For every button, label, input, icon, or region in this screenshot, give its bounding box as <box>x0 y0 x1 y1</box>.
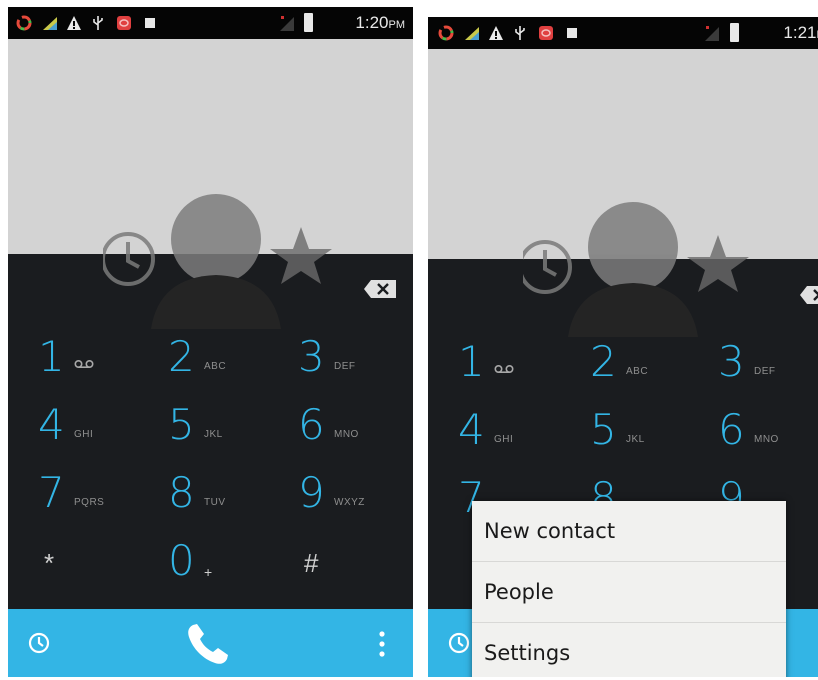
signal-icon <box>280 16 294 31</box>
dial-key-3[interactable]: 3 DEF <box>298 332 413 382</box>
history-icon[interactable] <box>28 632 50 654</box>
dial-key-letters: TUV <box>204 497 226 508</box>
dial-key-letters: GHI <box>494 434 514 445</box>
dialer-screen-left: 1:20PM 1 2 ABC 3 DEF 4 GHI 5 JKL 6 MNO 7… <box>8 7 413 677</box>
contact-tabs-area <box>428 49 818 259</box>
voicemail-icon <box>494 364 514 374</box>
overflow-menu-icon[interactable] <box>379 631 385 657</box>
dial-key-6[interactable]: 6 MNO <box>298 400 413 450</box>
dial-key-letters: MNO <box>334 429 359 440</box>
status-time: 1:20 <box>355 13 389 32</box>
dial-key-9[interactable]: 9 WXYZ <box>298 468 413 518</box>
status-bar: 1:20PM <box>8 7 413 39</box>
contact-tabs-area <box>8 39 413 254</box>
dial-key-3[interactable]: 3 DEF <box>718 337 818 387</box>
dial-key-hash[interactable]: # <box>302 536 413 586</box>
dial-key-digit: 6 <box>298 400 325 449</box>
dial-key-letters: ABC <box>626 366 649 377</box>
dial-key-4[interactable]: 4 GHI <box>38 400 158 450</box>
dial-key-digit: 9 <box>298 468 325 517</box>
signal-icon <box>705 26 719 41</box>
voicemail-icon <box>74 359 94 369</box>
dial-key-letters: JKL <box>204 429 223 440</box>
menu-item-new-contact[interactable]: New contact <box>472 501 786 562</box>
stop-icon <box>567 28 577 38</box>
history-icon[interactable] <box>448 632 470 654</box>
app-notification-icon <box>539 26 553 40</box>
dial-key-5[interactable]: 5 JKL <box>590 405 710 455</box>
dial-key-digit: 5 <box>590 405 617 454</box>
dial-key-letters: WXYZ <box>334 497 365 508</box>
dial-key-letters: GHI <box>74 429 94 440</box>
backspace-icon[interactable] <box>363 279 397 299</box>
sync-icon <box>16 15 32 31</box>
usb-icon <box>515 26 525 40</box>
dial-key-letters: ABC <box>204 361 227 372</box>
warning-icon <box>489 26 503 40</box>
usb-icon <box>93 16 103 30</box>
battery-icon <box>730 23 739 42</box>
status-bar: 1:21PM <box>428 17 818 49</box>
dial-key-digit: 3 <box>718 337 745 386</box>
dial-key-digit: 4 <box>458 405 485 454</box>
status-clock: 1:20PM <box>355 13 405 33</box>
dial-key-5[interactable]: 5 JKL <box>168 400 288 450</box>
dial-key-star[interactable]: * <box>42 536 162 586</box>
dial-key-2[interactable]: 2 ABC <box>590 337 710 387</box>
top-margin <box>428 7 818 17</box>
dial-key-symbol: * <box>44 548 55 578</box>
dial-key-6[interactable]: 6 MNO <box>718 405 818 455</box>
status-clock: 1:21PM <box>783 23 818 43</box>
menu-item-settings[interactable]: Settings <box>472 623 786 677</box>
dial-key-symbol: # <box>304 548 319 578</box>
dialer-screen-right: 1:21PM 1 2 ABC 3 DEF <box>428 7 818 677</box>
dial-key-digit: 7 <box>38 468 65 517</box>
dial-key-digit: 2 <box>590 337 617 386</box>
dial-key-letters: PQRS <box>74 497 105 508</box>
dial-key-digit: 1 <box>38 332 65 381</box>
dial-key-letters: JKL <box>626 434 645 445</box>
dial-key-digit: 1 <box>458 337 485 386</box>
dial-key-letters: DEF <box>754 366 776 377</box>
dial-key-8[interactable]: 8 TUV <box>168 468 288 518</box>
dial-key-4[interactable]: 4 GHI <box>458 405 578 455</box>
overflow-menu: New contact People Settings <box>472 501 786 677</box>
dial-key-1[interactable]: 1 <box>458 337 578 387</box>
backspace-icon[interactable] <box>799 285 818 305</box>
dial-key-7[interactable]: 7 PQRS <box>38 468 158 518</box>
dial-key-letters: DEF <box>334 361 356 372</box>
phone-call-icon[interactable] <box>183 619 233 669</box>
dial-key-0[interactable]: 0 + <box>168 536 288 586</box>
dial-key-digit: 5 <box>168 400 195 449</box>
dial-key-digit: 3 <box>298 332 325 381</box>
sync-icon <box>438 25 454 41</box>
dial-key-digit: 4 <box>38 400 65 449</box>
battery-icon <box>304 13 313 32</box>
menu-item-people[interactable]: People <box>472 562 786 623</box>
app-notification-icon <box>117 16 131 30</box>
dial-key-digit: 2 <box>168 332 195 381</box>
stats-icon <box>465 27 479 40</box>
dialer-action-bar <box>8 609 413 677</box>
dial-key-2[interactable]: 2 ABC <box>168 332 288 382</box>
dial-key-plus: + <box>204 564 213 580</box>
stop-icon <box>145 18 155 28</box>
dial-key-digit: 0 <box>168 536 195 585</box>
status-time: 1:21 <box>783 23 817 42</box>
dial-key-digit: 6 <box>718 405 745 454</box>
warning-icon <box>67 16 81 30</box>
dial-key-digit: 8 <box>168 468 195 517</box>
stats-icon <box>43 17 57 30</box>
dial-key-letters: MNO <box>754 434 779 445</box>
dial-key-1[interactable]: 1 <box>38 332 158 382</box>
status-ampm: PM <box>388 19 406 31</box>
